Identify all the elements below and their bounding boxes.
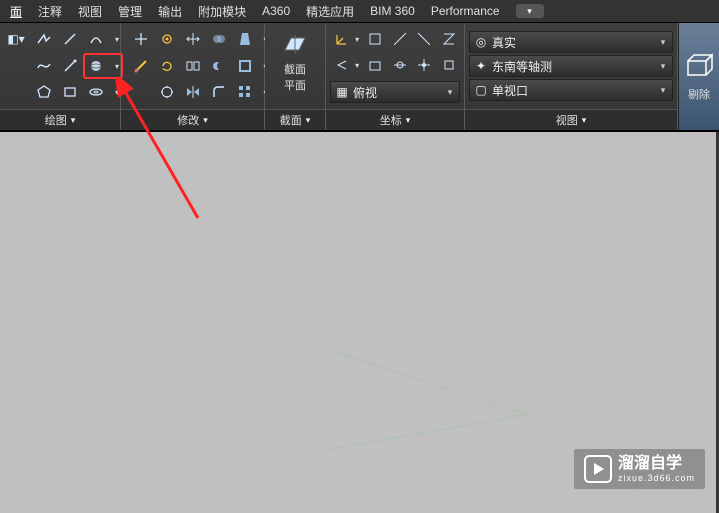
menubar: 面 注释 视图 管理 输出 附加模块 A360 精选应用 BIM 360 Per… <box>0 0 719 23</box>
construction-line <box>335 351 526 414</box>
drawing-canvas[interactable]: j 溜溜自学 zixue.3d66.com <box>0 130 719 513</box>
ucs-world-icon[interactable] <box>364 27 386 51</box>
panel-draw-label[interactable]: 绘图 <box>0 109 120 131</box>
sphere-tool-button[interactable] <box>84 54 122 78</box>
watermark: 溜溜自学 zixue.3d66.com <box>574 449 705 489</box>
dropdown-caret-icon: ▾ <box>656 37 670 48</box>
face-tool-icon[interactable]: ◧▾ <box>4 27 28 51</box>
rotate3d-icon[interactable] <box>155 27 179 51</box>
construction-line <box>322 414 529 451</box>
polygon-icon[interactable] <box>32 80 56 104</box>
polyline-icon[interactable] <box>32 27 56 51</box>
view-top-dropdown[interactable]: ▦ 俯视 ▾ <box>330 81 460 103</box>
ucs-object-icon[interactable] <box>438 53 460 77</box>
rect-icon[interactable] <box>58 80 82 104</box>
section-plane-icon <box>280 29 310 59</box>
bool-subtract-icon[interactable] <box>207 54 231 78</box>
clear-label: 剔除 <box>688 86 710 102</box>
move3d-icon[interactable] <box>129 27 153 51</box>
panel-scroll-icon[interactable]: ▾ <box>516 4 544 18</box>
menu-item-addins[interactable]: 附加模块 <box>190 0 254 23</box>
watermark-brand: 溜溜自学 <box>618 456 695 472</box>
panel-view: ◎ 真实 ▾ ✦ 东南等轴测 ▾ ▢ 单视口 ▾ 视图 <box>465 23 678 131</box>
ucs-view-icon[interactable] <box>389 53 411 77</box>
menu-item-performance[interactable]: Performance <box>423 1 508 21</box>
align-icon[interactable] <box>181 54 205 78</box>
section-plane-label: 截面 平面 <box>284 61 306 93</box>
viewpoint-value: 东南等轴测 <box>492 58 652 75</box>
named-views-icon: ▦ <box>335 85 349 99</box>
ucs-y-icon[interactable] <box>413 27 435 51</box>
ucs-z-icon[interactable] <box>438 27 460 51</box>
menu-item-manage[interactable]: 管理 <box>110 0 150 23</box>
panel-section: 截面 平面 截面 <box>265 23 326 131</box>
panel-modify: 修改 <box>121 23 265 131</box>
rotate-icon[interactable] <box>155 54 179 78</box>
panel-section-label[interactable]: 截面 <box>265 109 325 131</box>
mirror3d-icon[interactable] <box>181 80 205 104</box>
menu-item-annotate[interactable]: 注释 <box>30 0 70 23</box>
panel-ucs-label[interactable]: 坐标 <box>326 109 464 131</box>
compass-icon: ✦ <box>474 59 488 73</box>
ucs-icon[interactable] <box>330 27 362 51</box>
panel-view-label[interactable]: 视图 <box>465 109 677 131</box>
dropdown-caret-icon: ▾ <box>656 85 670 96</box>
ucs-prev-icon[interactable] <box>330 53 362 77</box>
viewport-dropdown[interactable]: ▢ 单视口 ▾ <box>469 79 673 101</box>
polar-icon[interactable] <box>155 80 179 104</box>
cull-icon <box>684 52 714 82</box>
panel-draw: ◧▾ 绘图 <box>0 23 121 131</box>
arc-segment-icon[interactable] <box>84 27 122 51</box>
panel-ucs: ▦ 俯视 ▾ 坐标 <box>326 23 465 131</box>
torus-icon[interactable] <box>84 80 122 104</box>
ray-icon[interactable] <box>58 54 82 78</box>
menu-item-output[interactable]: 输出 <box>150 0 190 23</box>
dropdown-caret-icon: ▾ <box>656 61 670 72</box>
panel-modify-label[interactable]: 修改 <box>121 109 264 131</box>
ucs-face-icon[interactable] <box>364 53 386 77</box>
visual-style-icon: ◎ <box>474 35 488 49</box>
ucs-origin-icon[interactable] <box>413 53 435 77</box>
panel-clear[interactable]: 剔除 <box>678 23 719 131</box>
viewport-value: 单视口 <box>492 82 652 99</box>
visual-style-value: 真实 <box>492 34 652 51</box>
viewpoint-dropdown[interactable]: ✦ 东南等轴测 ▾ <box>469 55 673 77</box>
menu-item-a360[interactable]: A360 <box>254 1 298 21</box>
watermark-sub: zixue.3d66.com <box>618 474 695 483</box>
dropdown-caret-icon: ▾ <box>443 87 457 98</box>
line-icon[interactable] <box>58 27 82 51</box>
ucs-x-icon[interactable] <box>389 27 411 51</box>
play-icon <box>584 455 612 483</box>
menu-item-featured[interactable]: 精选应用 <box>298 0 362 23</box>
bool-union-icon[interactable] <box>207 27 231 51</box>
section-plane-button[interactable]: 截面 平面 <box>273 27 317 95</box>
viewport-icon: ▢ <box>474 83 488 97</box>
menu-item-view[interactable]: 视图 <box>70 0 110 23</box>
spline-icon[interactable] <box>32 54 56 78</box>
menu-item-bim360[interactable]: BIM 360 <box>362 1 423 21</box>
ribbon: ◧▾ 绘图 <box>0 23 719 132</box>
menu-item-face[interactable]: 面 <box>2 0 30 23</box>
move-icon[interactable] <box>181 27 205 51</box>
view-top-value: 俯视 <box>353 84 439 101</box>
visual-style-dropdown[interactable]: ◎ 真实 ▾ <box>469 31 673 53</box>
fillet-edge-icon[interactable] <box>207 80 231 104</box>
brush-icon[interactable] <box>129 54 153 78</box>
